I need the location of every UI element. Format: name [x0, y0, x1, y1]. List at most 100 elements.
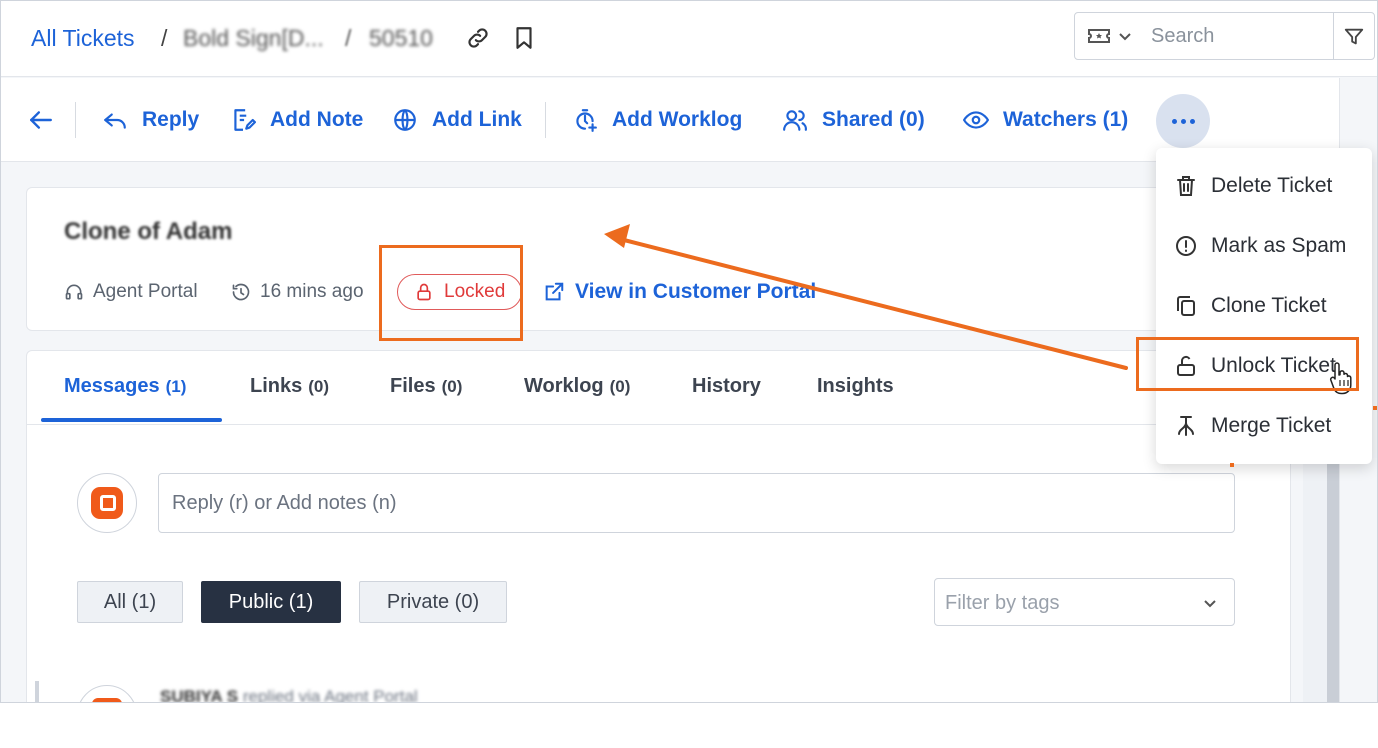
- eye-icon: [963, 111, 989, 129]
- tab-count: (1): [165, 377, 187, 396]
- ticket-title: Clone of Adam: [64, 218, 233, 245]
- alert-circle-icon: [1176, 236, 1196, 256]
- menu-item-label: Merge Ticket: [1211, 414, 1332, 437]
- ellipsis-dot: [1171, 118, 1177, 124]
- add-note-button[interactable]: Add Note: [230, 106, 363, 134]
- toolbar-divider: [75, 102, 76, 138]
- reply-label: Reply: [142, 108, 200, 131]
- watchers-button[interactable]: Watchers (1): [963, 106, 1128, 134]
- message-action: replied via Agent Portal: [242, 687, 418, 703]
- ticket-source-label: Agent Portal: [93, 281, 198, 302]
- tab-messages[interactable]: Messages (1): [64, 375, 186, 398]
- add-link-button[interactable]: Add Link: [392, 106, 522, 134]
- menu-item-clone-ticket[interactable]: Clone Ticket: [1156, 276, 1372, 336]
- top-header: All Tickets / Bold Sign[D... / 50510: [1, 1, 1377, 77]
- message-thread-line: [35, 681, 39, 702]
- menu-item-delete-ticket[interactable]: Delete Ticket: [1156, 156, 1372, 216]
- menu-item-label: Delete Ticket: [1211, 174, 1333, 197]
- breadcrumb-brand[interactable]: Bold Sign[D...: [183, 25, 324, 52]
- tab-insights[interactable]: Insights: [817, 375, 894, 398]
- shared-button[interactable]: Shared (0): [782, 106, 925, 134]
- add-note-label: Add Note: [270, 108, 364, 131]
- trash-icon: [1177, 176, 1195, 196]
- add-link-label: Add Link: [432, 108, 522, 131]
- external-link-icon: [545, 282, 564, 301]
- reply-composer-input[interactable]: [158, 473, 1235, 533]
- tab-count: (0): [609, 377, 631, 396]
- menu-item-label: Mark as Spam: [1211, 234, 1347, 257]
- tab-label: Messages: [64, 375, 160, 397]
- tab-count: (0): [308, 377, 330, 396]
- tab-label: History: [692, 375, 761, 397]
- menu-item-merge-ticket[interactable]: Merge Ticket: [1156, 396, 1372, 456]
- tab-history[interactable]: History: [692, 375, 761, 398]
- tab-label: Worklog: [524, 375, 604, 397]
- shared-label: Shared (0): [822, 108, 925, 131]
- search-input[interactable]: [1151, 21, 1331, 51]
- annotation-box-unlock: [1136, 337, 1359, 391]
- filter-public-button[interactable]: Public (1): [201, 581, 341, 623]
- message-author: SUBIYA S replied via Agent Portal: [160, 687, 418, 703]
- search-divider: [1333, 13, 1334, 59]
- copy-link-icon[interactable]: [465, 25, 491, 51]
- view-in-customer-portal-link[interactable]: View in Customer Portal: [543, 280, 816, 304]
- breadcrumb-ticket-id: 50510: [369, 25, 433, 51]
- stopwatch-add-icon: [576, 109, 597, 132]
- more-options-button[interactable]: [1156, 94, 1210, 148]
- watchers-label: Watchers (1): [1003, 108, 1129, 131]
- tab-worklog[interactable]: Worklog (0): [524, 375, 630, 398]
- annotation-mark: [1230, 463, 1234, 467]
- tab-links[interactable]: Links (0): [250, 375, 329, 398]
- search-box: [1074, 12, 1375, 60]
- tag-filter-placeholder: Filter by tags: [945, 592, 1060, 614]
- reply-button[interactable]: Reply: [102, 106, 199, 134]
- tab-files[interactable]: Files (0): [390, 375, 462, 398]
- ticket-time-label: 16 mins ago: [260, 281, 364, 302]
- more-options-menu: Delete Ticket Mark as Spam Clone Ticket …: [1156, 148, 1372, 464]
- annotation-mark: [1373, 406, 1377, 410]
- filter-private-button[interactable]: Private (0): [359, 581, 507, 623]
- bookmark-icon[interactable]: [511, 25, 537, 51]
- breadcrumb-separator: /: [161, 25, 168, 51]
- brand-logo-icon: [91, 487, 123, 519]
- view-in-customer-portal-label: View in Customer Portal: [575, 280, 817, 303]
- history-icon: [232, 283, 250, 301]
- back-arrow-icon[interactable]: [27, 107, 55, 133]
- annotation-box-locked: [379, 245, 523, 341]
- avatar: [77, 685, 137, 702]
- merge-icon: [1178, 416, 1194, 436]
- tab-count: (0): [441, 377, 463, 396]
- ticket-toolbar: Reply Add Note Add Link Add Worklog Shar…: [1, 78, 1341, 162]
- copy-icon: [1177, 296, 1195, 316]
- ticket-source: Agent Portal: [64, 281, 198, 303]
- tag-filter-select[interactable]: Filter by tags: [934, 578, 1235, 626]
- breadcrumb-all-tickets[interactable]: All Tickets: [31, 25, 135, 52]
- tab-label: Links: [250, 375, 303, 397]
- toolbar-divider: [545, 102, 546, 138]
- filter-icon[interactable]: [1343, 26, 1365, 48]
- tabs-divider: [27, 424, 1290, 425]
- message-author-name: SUBIYA S: [160, 687, 239, 703]
- active-tab-indicator: [41, 418, 222, 422]
- tab-label: Insights: [817, 375, 894, 397]
- headset-icon: [65, 284, 83, 300]
- ticket-time: 16 mins ago: [231, 281, 364, 303]
- chevron-down-icon: [1204, 600, 1216, 608]
- users-icon: [783, 110, 807, 131]
- filter-all-button[interactable]: All (1): [77, 581, 183, 623]
- breadcrumb-separator: /: [345, 25, 352, 51]
- add-worklog-button[interactable]: Add Worklog: [572, 106, 742, 134]
- ellipsis-dot: [1180, 118, 1186, 124]
- menu-item-label: Clone Ticket: [1211, 294, 1327, 317]
- globe-icon: [394, 109, 416, 131]
- tab-label: Files: [390, 375, 436, 397]
- reply-icon: [104, 113, 126, 129]
- messages-panel: Messages (1) Links (0) Files (0) Worklog (0)…: [26, 350, 1291, 703]
- ellipsis-dot: [1189, 118, 1195, 124]
- menu-item-mark-as-spam[interactable]: Mark as Spam: [1156, 216, 1372, 276]
- note-edit-icon: [234, 109, 256, 131]
- chevron-down-icon[interactable]: [1117, 28, 1133, 44]
- ticket-type-icon[interactable]: [1087, 26, 1111, 46]
- avatar: [77, 473, 137, 533]
- ticket-detail-window: All Tickets / Bold Sign[D... / 50510 Rep…: [0, 0, 1378, 703]
